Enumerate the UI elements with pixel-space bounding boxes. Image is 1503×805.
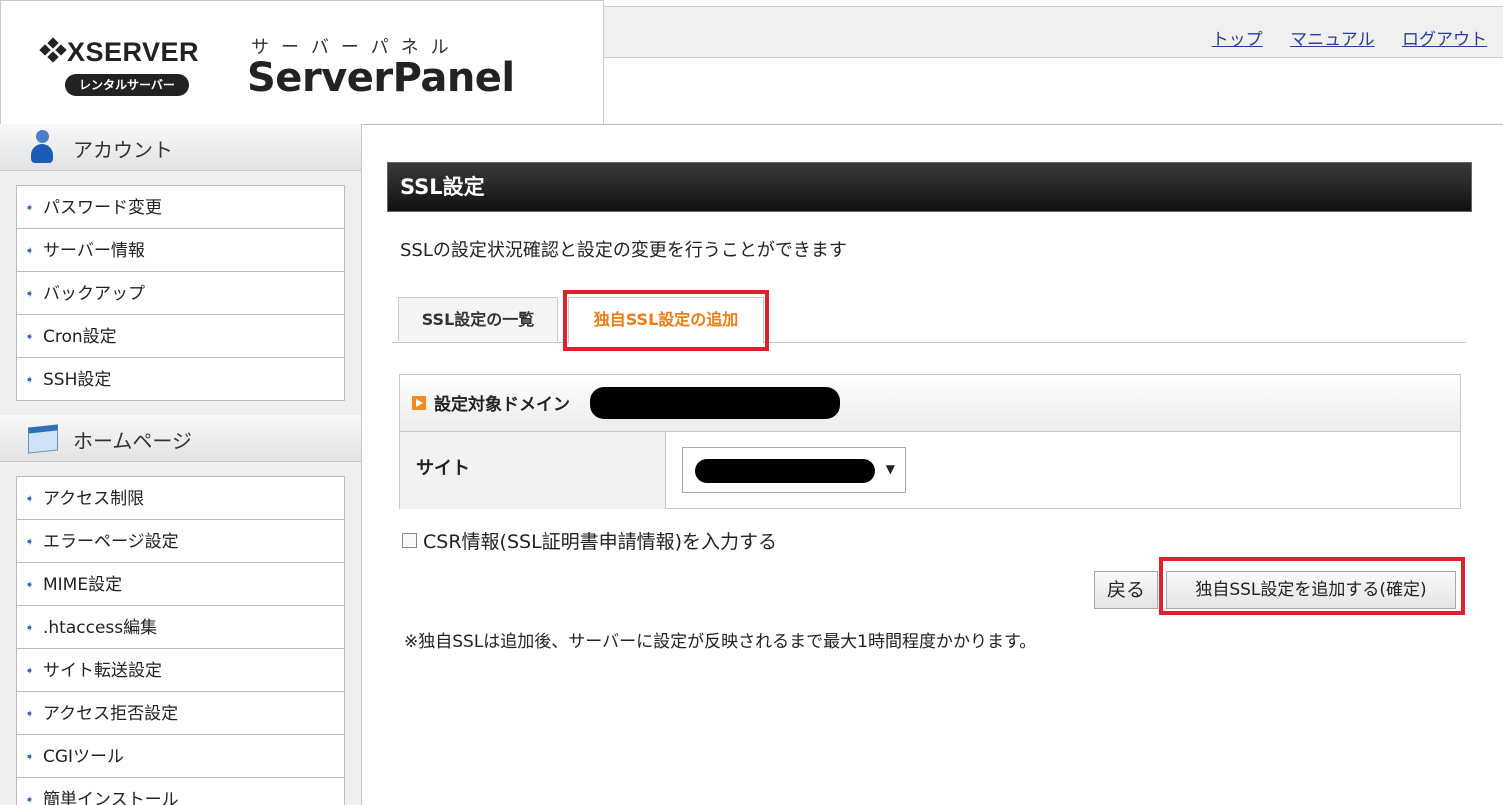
sidebar-item-label: MIME設定 [43,575,123,595]
arrow-icon: ➧ [25,664,35,677]
sidebar-section-homepage: ホームページ [0,415,361,462]
play-icon [412,396,426,410]
arrow-icon: ➧ [25,578,35,591]
sidebar-item-label: CGIツール [43,747,125,767]
header: XSERVER レンタルサーバー サーバーパネル ServerPanel トップ… [0,0,1503,125]
redacted-domain [590,387,840,419]
account-menu: ➧ パスワード変更 ➧ サーバー情報 ➧ バックアップ ➧ Cron設定 ➧ SSH設定 [16,185,345,401]
arrow-icon: ➧ [25,707,35,720]
sidebar-item-label: SSH設定 [43,370,112,390]
logout-link[interactable]: ログアウト [1402,30,1487,50]
site-label: サイト [400,432,666,509]
arrow-icon: ➧ [25,330,35,343]
sidebar-item-server-info[interactable]: ➧ サーバー情報 [17,228,344,271]
homepage-menu: ➧ アクセス制限 ➧ エラーページ設定 ➧ MIME設定 ➧ .htaccess編集 ➧… [16,476,345,805]
sidebar-item-label: サーバー情報 [43,241,145,261]
csr-label: CSR情報(SSL証明書申請情報)を入力する [423,531,778,553]
tab-ssl-list[interactable]: SSL設定の一覧 [398,297,558,341]
sidebar-item-mime[interactable]: ➧ MIME設定 [17,562,344,605]
brand-badge: レンタルサーバー [65,74,189,96]
chevron-down-icon: ▼ [885,462,895,476]
webpage-icon [26,424,60,454]
manual-link[interactable]: マニュアル [1290,30,1375,50]
tab-bar: SSL設定の一覧 独自SSL設定の追加 [392,294,1466,343]
sidebar-section-title: ホームページ [73,429,192,453]
arrow-icon: ➧ [25,244,35,257]
sidebar-item-easy-install[interactable]: ➧ 簡単インストール [17,777,344,805]
arrow-icon: ➧ [25,492,35,505]
sidebar-section-title: アカウント [73,138,173,162]
top-link[interactable]: トップ [1212,30,1263,50]
csr-checkbox[interactable] [402,533,417,548]
sidebar-section-account: アカウント [0,124,361,171]
sidebar-item-label: アクセス制限 [43,489,145,509]
domain-label: 設定対象ドメイン [434,395,570,415]
sidebar-item-label: アクセス拒否設定 [43,704,179,724]
redacted-site [695,459,875,483]
sidebar-item-label: .htaccess編集 [43,618,158,638]
sidebar-item-site-redirect[interactable]: ➧ サイト転送設定 [17,648,344,691]
note-text: ※独自SSLは追加後、サーバーに設定が反映されるまで最大1時間程度かかります。 [404,632,1037,652]
sidebar-item-access-limit[interactable]: ➧ アクセス制限 [17,477,344,519]
arrow-icon: ➧ [25,750,35,763]
brand-name: XSERVER [67,37,200,67]
arrow-icon: ➧ [25,535,35,548]
sidebar-item-cgi-tool[interactable]: ➧ CGIツール [17,734,344,777]
sidebar-item-label: Cron設定 [43,327,117,347]
sidebar-item-ssh[interactable]: ➧ SSH設定 [17,357,344,400]
arrow-icon: ➧ [25,201,35,214]
site-row: サイト ▼ [400,432,1460,509]
page-description: SSLの設定状況確認と設定の変更を行うことができます [400,240,847,261]
tab-add-ssl[interactable]: 独自SSL設定の追加 [568,297,764,343]
sidebar-item-label: エラーページ設定 [43,532,179,552]
arrow-icon: ➧ [25,621,35,634]
sidebar-item-error-page[interactable]: ➧ エラーページ設定 [17,519,344,562]
sidebar-item-htaccess[interactable]: ➧ .htaccess編集 [17,605,344,648]
sidebar-item-label: サイト転送設定 [43,661,162,681]
back-button[interactable]: 戻る [1094,571,1158,609]
top-links: トップ マニュアル ログアウト [1190,25,1487,50]
sidebar-item-label: 簡単インストール [43,790,179,805]
main-content: SSL設定 SSLの設定状況確認と設定の変更を行うことができます SSL設定の一… [362,124,1503,805]
user-icon [30,130,54,164]
domain-header: 設定対象ドメイン [400,375,1460,432]
sidebar-item-label: バックアップ [43,284,145,304]
sidebar-item-access-deny[interactable]: ➧ アクセス拒否設定 [17,691,344,734]
header-bar: トップ マニュアル ログアウト [604,6,1503,58]
sidebar-item-password[interactable]: ➧ パスワード変更 [17,186,344,228]
page-title: SSL設定 [387,162,1472,212]
sidebar-item-label: パスワード変更 [43,198,162,218]
product-name: ServerPanel [247,55,515,101]
confirm-add-ssl-button[interactable]: 独自SSL設定を追加する(確定) [1166,571,1456,609]
sidebar-item-backup[interactable]: ➧ バックアップ [17,271,344,314]
ssl-form: 設定対象ドメイン サイト ▼ [399,374,1461,509]
arrow-icon: ➧ [25,287,35,300]
site-select[interactable]: ▼ [682,447,906,493]
sidebar: アカウント ➧ パスワード変更 ➧ サーバー情報 ➧ バックアップ ➧ Cron設定 ➧… [0,124,362,805]
logo-area[interactable]: XSERVER レンタルサーバー サーバーパネル ServerPanel [0,0,604,124]
csr-option[interactable]: CSR情報(SSL証明書申請情報)を入力する [402,527,777,554]
arrow-icon: ➧ [25,793,35,805]
arrow-icon: ➧ [25,373,35,386]
sidebar-item-cron[interactable]: ➧ Cron設定 [17,314,344,357]
